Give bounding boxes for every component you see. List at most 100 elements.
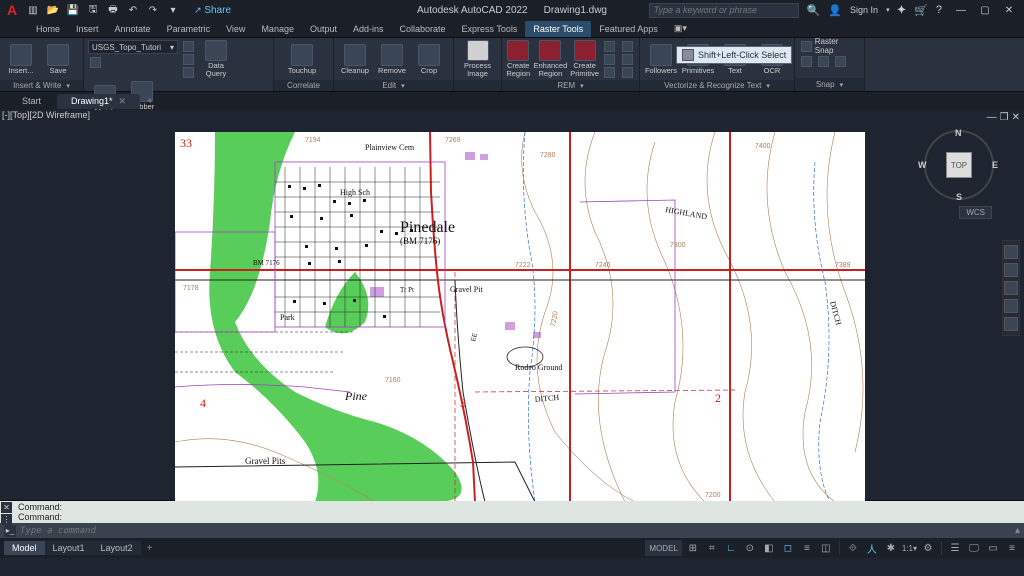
- menu-tab-manage[interactable]: Manage: [253, 21, 302, 37]
- viewcube-n[interactable]: N: [955, 128, 962, 138]
- nav-zoom-icon[interactable]: [1004, 281, 1018, 295]
- touchup-button[interactable]: Touchup: [278, 40, 326, 78]
- wcs-badge[interactable]: WCS: [959, 206, 992, 219]
- nav-showmotion-icon[interactable]: [1004, 317, 1018, 331]
- menu-tab-annotate[interactable]: Annotate: [107, 21, 159, 37]
- scale-icon[interactable]: 1:1▾: [902, 540, 917, 556]
- close-icon[interactable]: ✕: [998, 2, 1020, 18]
- vp-restore-icon[interactable]: ❐: [1000, 112, 1009, 123]
- rem-small-2-icon[interactable]: [602, 53, 617, 65]
- autodesk-app-icon[interactable]: ⯌: [898, 4, 907, 17]
- sign-in-link[interactable]: Sign In: [850, 5, 878, 15]
- panel-insert-write[interactable]: Insert & Write: [0, 80, 83, 91]
- panel-vectorize[interactable]: Vectorize & Recognize Text: [640, 80, 794, 91]
- menu-tab-home[interactable]: Home: [28, 21, 68, 37]
- viewcube-w[interactable]: W: [918, 160, 927, 170]
- viewport-label[interactable]: [-][Top][2D Wireframe]: [2, 110, 90, 120]
- viewport[interactable]: [-][Top][2D Wireframe] — ❐ ✕: [0, 110, 1024, 500]
- nav-wheel-icon[interactable]: [1004, 245, 1018, 259]
- cmd-handle-icon[interactable]: ⋮: [1, 514, 12, 525]
- viewcube-e[interactable]: E: [992, 160, 998, 170]
- snap-icon[interactable]: ⌗: [704, 540, 720, 556]
- polar-icon[interactable]: ⊙: [742, 540, 758, 556]
- vp-minimize-icon[interactable]: —: [987, 112, 997, 123]
- cart-icon[interactable]: 🛒: [914, 4, 928, 17]
- maximize-icon[interactable]: ▢: [974, 2, 996, 18]
- command-history[interactable]: ✕ ⋮ Command: Command:: [0, 501, 1024, 523]
- ortho-icon[interactable]: ∟: [723, 540, 739, 556]
- panel-edit[interactable]: Edit: [334, 80, 453, 91]
- status-mode-label[interactable]: MODEL: [645, 540, 681, 556]
- search-icon[interactable]: 🔍: [807, 4, 821, 17]
- process-image-button[interactable]: Process Image: [458, 40, 497, 78]
- nav-pan-icon[interactable]: [1004, 263, 1018, 277]
- data-query-button[interactable]: Data Query: [199, 40, 233, 78]
- user-icon[interactable]: 👤: [828, 4, 842, 17]
- menu-tab-output[interactable]: Output: [302, 21, 345, 37]
- followers-button[interactable]: Followers: [644, 40, 678, 78]
- share-link[interactable]: ↗ Share: [194, 5, 231, 16]
- crop-button[interactable]: Crop: [412, 40, 446, 78]
- image-combo[interactable]: USGS_Topo_Tutori▾: [88, 40, 178, 54]
- qat-dropdown-icon[interactable]: ▾: [166, 3, 180, 17]
- cmd-close-icon[interactable]: ✕: [1, 502, 12, 513]
- rem-small-4-icon[interactable]: [620, 40, 635, 52]
- layout-tab-model[interactable]: Model: [4, 541, 45, 555]
- viewcube-s[interactable]: S: [956, 192, 962, 202]
- layout-tab-layout2[interactable]: Layout2: [93, 541, 141, 555]
- enhanced-region-button[interactable]: Enhanced Region: [533, 40, 567, 78]
- annoscale-icon[interactable]: ⟐: [845, 540, 861, 556]
- qat-redo-icon[interactable]: ↷: [146, 3, 160, 17]
- raster-snap-toggle[interactable]: Raster Snap: [799, 40, 860, 52]
- remove-button[interactable]: Remove: [375, 40, 409, 78]
- snap-2-icon[interactable]: [816, 55, 831, 67]
- qat-new-icon[interactable]: ▥: [26, 3, 40, 17]
- qat-open-icon[interactable]: 📂: [46, 3, 60, 17]
- menu-tab-view[interactable]: View: [218, 21, 253, 37]
- rem-small-6-icon[interactable]: [620, 66, 635, 78]
- menu-tab-collaborate[interactable]: Collaborate: [392, 21, 454, 37]
- snap-3-icon[interactable]: [833, 55, 848, 67]
- panel-correlate[interactable]: Correlate: [274, 80, 333, 91]
- doc-tab-add-icon[interactable]: +: [142, 96, 158, 107]
- qat-undo-icon[interactable]: ↶: [126, 3, 140, 17]
- menu-tab-featured-apps[interactable]: Featured Apps: [591, 21, 666, 37]
- menu-tab-express-tools[interactable]: Express Tools: [454, 21, 526, 37]
- show-icon[interactable]: [181, 40, 196, 52]
- transparency-icon[interactable]: ◫: [818, 540, 834, 556]
- grid-icon[interactable]: ⊞: [685, 540, 701, 556]
- menu-tab-add-ins[interactable]: Add-ins: [345, 21, 392, 37]
- insert-button[interactable]: Insert...: [4, 40, 38, 78]
- layout-add-icon[interactable]: +: [141, 541, 159, 556]
- layout-tab-layout1[interactable]: Layout1: [45, 541, 93, 555]
- frame-icon[interactable]: [181, 53, 196, 65]
- quality-icon[interactable]: [181, 66, 196, 78]
- qat-plot-icon[interactable]: 🖶: [106, 3, 120, 17]
- drawing-canvas[interactable]: Pinedale (BM 7176) High Sch Plainview Ce…: [175, 132, 865, 502]
- help-icon[interactable]: ?: [936, 4, 942, 16]
- doc-tab-drawing1[interactable]: Drawing1*✕: [57, 94, 140, 109]
- workspace-icon[interactable]: ☰: [947, 540, 963, 556]
- cleanscreen-icon[interactable]: ▭: [985, 540, 1001, 556]
- create-primitive-button[interactable]: Create Primitive: [570, 40, 599, 78]
- search-input[interactable]: [649, 3, 799, 18]
- gear-icon[interactable]: ⚙: [920, 540, 936, 556]
- cmd-toggle-icon[interactable]: ▸_: [4, 525, 16, 537]
- monitor-icon[interactable]: 🖵: [966, 540, 982, 556]
- vp-close-icon[interactable]: ✕: [1012, 112, 1020, 123]
- app-logo-icon[interactable]: A: [4, 2, 20, 18]
- isodraft-icon[interactable]: ◧: [761, 540, 777, 556]
- panel-rem[interactable]: REM: [502, 80, 639, 91]
- lineweight-icon[interactable]: ≡: [799, 540, 815, 556]
- doc-tab-start[interactable]: Start: [8, 94, 55, 108]
- create-region-button[interactable]: Create Region: [506, 40, 530, 78]
- snap-1-icon[interactable]: [799, 55, 814, 67]
- save-button[interactable]: Save: [41, 40, 75, 78]
- osnap-icon[interactable]: ◻: [780, 540, 796, 556]
- viewcube-top-face[interactable]: TOP: [946, 152, 972, 178]
- panel-snap[interactable]: Snap: [795, 78, 864, 91]
- cmd-menu-icon[interactable]: ▴: [1015, 525, 1020, 536]
- qat-save-icon[interactable]: 💾: [66, 3, 80, 17]
- command-input[interactable]: [20, 526, 1011, 536]
- menu-tab-insert[interactable]: Insert: [68, 21, 107, 37]
